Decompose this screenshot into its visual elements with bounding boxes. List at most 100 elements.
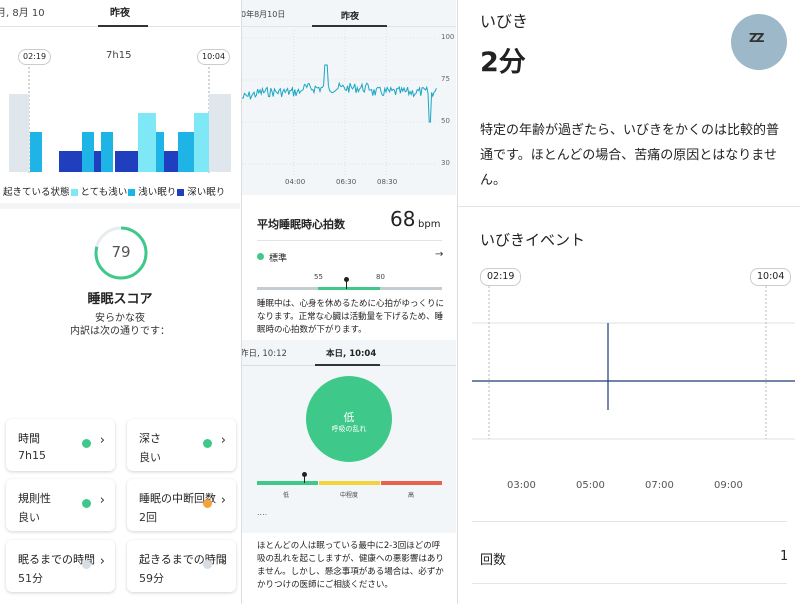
y-tick: 100	[441, 33, 455, 41]
snoring-description: 特定の年齢が過ぎたら、いびきをかくのは比較的普通です。ほとんどの場合、苦痛の原因…	[480, 123, 780, 188]
stage-very-light	[138, 113, 156, 172]
chevron-right-icon: ›	[220, 433, 226, 448]
card-label: 深さ	[139, 432, 161, 445]
tab-underline	[312, 25, 387, 27]
status-dot	[203, 439, 212, 448]
stage-awake	[9, 94, 29, 172]
status-dot	[82, 439, 91, 448]
x-tick: 03:00	[507, 480, 536, 491]
chevron-right-icon: ›	[99, 433, 105, 448]
legend-very-light: とても浅い	[80, 187, 128, 198]
x-tick: 06:30	[336, 178, 357, 186]
breathing-marker	[302, 472, 307, 477]
scale-label-mid: 中程度	[340, 492, 359, 499]
legend-deep: 深い眠り	[187, 187, 226, 198]
stage-light	[101, 132, 113, 172]
stage-light	[30, 132, 42, 172]
card-value: 59分	[139, 572, 164, 585]
date-tab-bar: 月, 8月 10 昨夜	[0, 0, 240, 27]
breathing-description: ほとんどの人は眠っている最中に2-3回ほどの呼吸の乱れを起こしますが、健康への悪…	[257, 541, 444, 590]
scale-label-high: 高	[408, 492, 415, 499]
hr-status-label: 標準	[269, 254, 288, 264]
section-divider	[0, 203, 240, 209]
status-dot	[203, 560, 212, 569]
sleep-duration: 7h15	[106, 50, 132, 61]
status-dot	[82, 560, 91, 569]
legend-deep-swatch	[177, 189, 185, 196]
card-label: 時間	[18, 432, 40, 445]
date-tab-bar: 昨日, 10:12 本日, 10:04	[242, 340, 456, 366]
score-breakdown-label: 内訳は次の通りです：	[70, 326, 170, 337]
card-interruptions[interactable]: 睡眠の中断回数 2回 ›	[127, 479, 236, 531]
x-tick: 09:00	[714, 480, 743, 491]
snoring-panel: いびき 2分 ZZ 特定の年齢が過ぎたら、いびきをかくのは比較的普通です。ほとん…	[457, 0, 800, 604]
divider	[472, 521, 787, 522]
card-depth[interactable]: 深さ 良い ›	[127, 419, 236, 471]
status-dot	[257, 253, 264, 260]
hr-range-high: 80	[376, 273, 385, 281]
card-duration[interactable]: 時間 7h15 ›	[6, 419, 115, 471]
x-tick: 07:00	[645, 480, 674, 491]
arrow-right-icon[interactable]: →	[435, 249, 443, 260]
start-time-pill: 02:19	[18, 49, 52, 65]
end-time-pill: 10:04	[197, 49, 231, 65]
status-dot	[82, 499, 91, 508]
snore-events-chart	[472, 286, 795, 440]
card-time-to-wake[interactable]: 起きるまでの時間 59分 ›	[127, 540, 236, 592]
ellipsis: ....	[257, 508, 268, 517]
end-time-pill: 10:04	[750, 268, 792, 286]
count-value: 1	[780, 549, 789, 564]
x-tick: 04:00	[285, 178, 306, 186]
hr-description: 睡眠中は、心身を休めるために心拍がゆっくりになります。正常な心臓は活動量を下げる…	[257, 299, 445, 335]
legend-very-light-swatch	[70, 189, 78, 196]
zz-glyph: ZZ	[749, 31, 764, 45]
card-value: 良い	[139, 451, 161, 464]
y-tick: 30	[441, 159, 450, 167]
scale-mid	[319, 481, 380, 485]
tab-yesterday[interactable]: 昨日, 10:12	[242, 347, 287, 359]
tab-date[interactable]: 月, 8月 10	[0, 4, 45, 19]
snore-icon: ZZ	[731, 14, 787, 70]
count-label: 回数	[480, 553, 507, 568]
scale-high	[381, 481, 442, 485]
breathing-level: 低	[343, 411, 355, 424]
chevron-right-icon: ›	[220, 493, 226, 508]
chevron-right-icon: ›	[99, 554, 105, 569]
heart-rate-chart	[242, 30, 437, 175]
score-title: 睡眠スコア	[87, 292, 153, 307]
sleep-stage-legend: 起きている状態 とても浅い 浅い眠り 深い眠り	[3, 184, 225, 198]
status-dot	[203, 499, 212, 508]
breathing-level-label: 呼吸の乱れ	[331, 425, 367, 433]
hr-marker	[344, 277, 349, 282]
hr-normal-range	[318, 287, 380, 290]
card-value: 良い	[18, 511, 40, 524]
card-value: 7h15	[18, 449, 46, 462]
x-tick: 05:00	[576, 480, 605, 491]
stage-light	[82, 132, 94, 172]
card-regularity[interactable]: 規則性 良い ›	[6, 479, 115, 531]
snoring-title: いびき	[480, 12, 529, 31]
legend-awake: 起きている状態	[3, 187, 70, 198]
card-label: 規則性	[18, 492, 51, 505]
card-time-to-sleep[interactable]: 眠るまでの時間 51分 ›	[6, 540, 115, 592]
tab-date[interactable]: 0年8月10日	[242, 9, 285, 20]
start-time-pill: 02:19	[480, 268, 522, 286]
tab-last-night[interactable]: 昨夜	[110, 4, 130, 19]
chevron-right-icon: ›	[220, 554, 226, 569]
card-value: 51分	[18, 572, 43, 585]
divider	[458, 206, 800, 207]
legend-light-swatch	[128, 189, 136, 196]
stage-very-light	[194, 113, 209, 172]
stage-light	[156, 132, 164, 172]
x-tick: 08:30	[377, 178, 398, 186]
hr-range-low: 55	[314, 273, 323, 281]
tab-today[interactable]: 本日, 10:04	[326, 347, 376, 359]
sleep-stage-chart: 02:19 7h15 10:04	[0, 27, 240, 182]
score-value: 79	[111, 243, 131, 261]
stage-light	[178, 132, 196, 172]
sleep-summary-panel: 月, 8月 10 昨夜 02:19 7h15 10:04 起きている状態 とても…	[0, 0, 240, 604]
avg-hr-label: 平均睡眠時心拍数	[257, 218, 345, 231]
tab-last-night[interactable]: 昨夜	[341, 9, 359, 22]
divider	[472, 583, 787, 584]
card-value: 2回	[139, 511, 157, 524]
